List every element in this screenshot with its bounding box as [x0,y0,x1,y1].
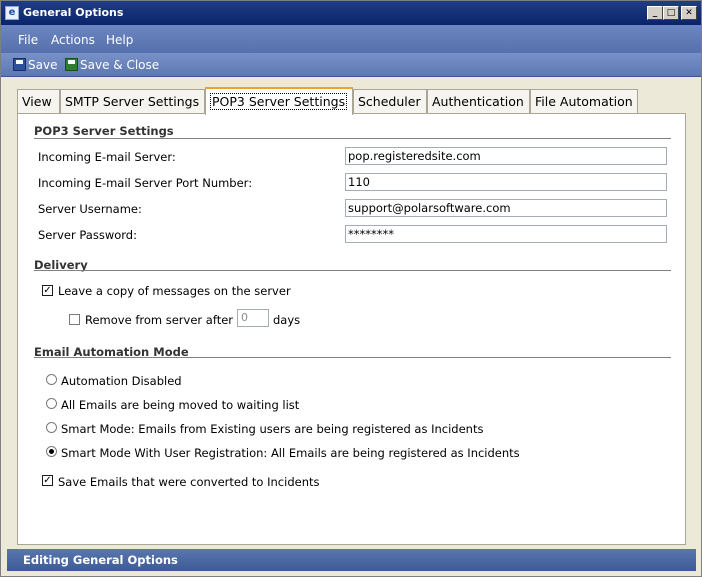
automation-disabled-radio[interactable] [46,374,57,385]
save-converted-label[interactable]: Save Emails that were converted to Incid… [58,475,320,489]
app-icon: e [5,6,19,20]
section-divider [34,357,671,358]
server-username-input[interactable]: support@polarsoftware.com [345,199,667,217]
waiting-list-radio[interactable] [46,398,57,409]
tab-label: Scheduler [358,94,421,109]
tab-pop3-server-settings[interactable]: POP3 Server Settings [205,87,353,115]
leave-copy-checkbox[interactable]: ✓ [42,285,53,296]
section-divider [34,270,671,271]
save-button[interactable]: Save [13,57,57,73]
menu-help[interactable]: Help [106,33,133,47]
menu-actions[interactable]: Actions [51,33,95,47]
tab-label: File Automation [535,94,633,109]
tab-file-automation[interactable]: File Automation [530,89,638,114]
automation-disabled-label[interactable]: Automation Disabled [61,374,182,388]
waiting-list-label[interactable]: All Emails are being moved to waiting li… [61,398,299,412]
title-bar[interactable]: e General Options _ □ ✕ [1,1,701,25]
tab-label: Authentication [432,94,524,109]
save-close-icon [65,58,78,71]
menu-file[interactable]: File [18,33,38,47]
maximize-button[interactable]: □ [663,6,679,20]
days-label: days [273,313,301,327]
leave-copy-label[interactable]: Leave a copy of messages on the server [58,284,291,298]
tab-label: POP3 Server Settings [210,93,348,110]
pop3-settings-panel: POP3 Server Settings Incoming E-mail Ser… [17,113,686,545]
server-port-input[interactable]: 110 [345,173,667,191]
save-label: Save [28,58,58,72]
smart-mode-registration-label[interactable]: Smart Mode With User Registration: All E… [61,446,520,460]
tab-scheduler[interactable]: Scheduler [353,89,427,114]
server-port-label: Incoming E-mail Server Port Number: [38,176,253,190]
smart-mode-registration-radio[interactable] [46,446,57,457]
pop3-section-title: POP3 Server Settings [34,124,174,138]
incoming-server-label: Incoming E-mail Server: [38,150,176,164]
smart-mode-radio[interactable] [46,422,57,433]
general-options-window: e General Options _ □ ✕ File Actions Hel… [0,0,702,577]
smart-mode-label[interactable]: Smart Mode: Emails from Existing users a… [61,422,483,436]
menu-bar: File Actions Help [1,25,701,53]
server-password-input[interactable]: ******** [345,225,667,243]
tab-label: SMTP Server Settings [65,94,200,109]
status-bar: Editing General Options [7,549,696,571]
server-username-label: Server Username: [38,202,142,216]
status-text: Editing General Options [23,553,178,567]
close-button[interactable]: ✕ [681,6,697,20]
tab-smtp-server-settings[interactable]: SMTP Server Settings [60,89,205,114]
remove-days-input[interactable]: 0 [237,309,269,327]
server-password-label: Server Password: [38,228,137,242]
tab-label: View [22,94,52,109]
section-divider [34,138,671,139]
minimize-button[interactable]: _ [647,6,663,20]
floppy-disk-icon [13,58,26,71]
toolbar: Save Save & Close [1,53,701,77]
incoming-server-input[interactable]: pop.registeredsite.com [345,147,667,165]
save-converted-checkbox[interactable]: ✓ [42,475,53,486]
remove-after-checkbox[interactable] [69,314,80,325]
save-close-label: Save & Close [80,58,160,72]
tab-authentication[interactable]: Authentication [427,89,530,114]
save-close-button[interactable]: Save & Close [65,57,159,73]
tab-view[interactable]: View [17,89,60,114]
window-title: General Options [23,6,124,19]
remove-after-label[interactable]: Remove from server after [85,313,233,327]
